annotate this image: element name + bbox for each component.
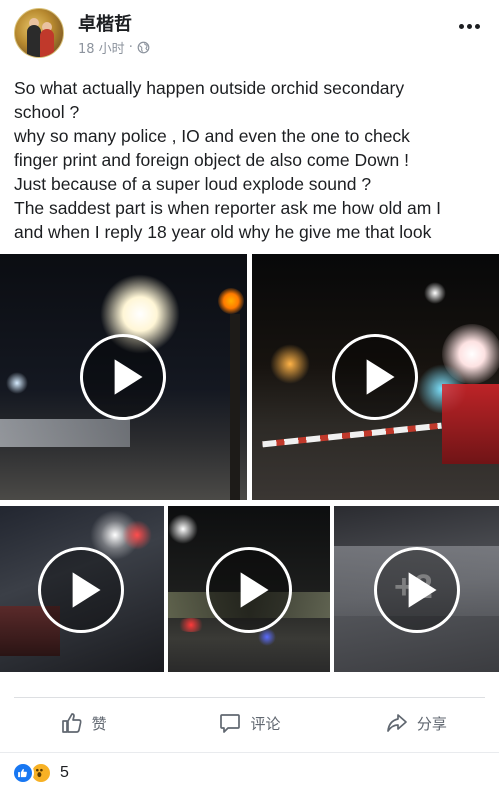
play-button-icon[interactable] [38,547,124,633]
video-thumbnail-4[interactable] [168,506,330,672]
reactions-summary[interactable]: 5 [12,760,69,786]
like-button[interactable]: 赞 [0,700,166,746]
post-meta: 18 小时 · [78,38,150,57]
post-text: So what actually happen outside orchid s… [14,76,492,244]
video-thumbnail-1[interactable] [0,254,247,500]
like-reaction-icon [12,762,34,784]
play-button-icon[interactable] [332,334,418,420]
globe-icon [137,41,150,54]
action-bar: 赞 评论 分享 [0,700,499,746]
video-thumbnail-5[interactable]: +2 [334,506,499,672]
video-thumbnail-2[interactable] [252,254,499,500]
post-text-line: finger print and foreign object de also … [14,150,409,170]
like-label: 赞 [91,714,107,733]
divider [14,697,485,698]
video-thumbnail-3[interactable] [0,506,164,672]
post-text-line: school ? [14,102,80,122]
post-text-line: and when I reply 18 year old why he give… [14,222,432,242]
post-header: 卓楷哲 18 小时 · [0,0,499,64]
meta-separator: · [128,40,133,55]
post-text-line: why so many police , IO and even the one… [14,126,410,146]
avatar[interactable] [14,8,64,58]
play-button-icon[interactable] [80,334,166,420]
post-time[interactable]: 18 小时 [78,38,125,57]
author-name[interactable]: 卓楷哲 [78,10,132,36]
post-text-line: The saddest part is when reporter ask me… [14,198,442,218]
media-grid: +2 [0,254,499,674]
share-label: 分享 [416,714,447,733]
reaction-count: 5 [60,764,69,781]
share-icon [386,714,407,732]
comment-label: 评论 [250,714,281,733]
share-button[interactable]: 分享 [333,700,499,746]
more-dots-icon[interactable] [459,20,483,32]
post-text-line: Just because of a super loud explode sou… [14,174,372,194]
comment-icon [220,714,241,733]
post-text-line: So what actually happen outside orchid s… [14,78,405,98]
play-button-icon[interactable] [374,547,460,633]
play-button-icon[interactable] [206,547,292,633]
thumbs-up-icon [61,713,82,733]
comment-button[interactable]: 评论 [166,700,332,746]
divider [0,752,499,753]
